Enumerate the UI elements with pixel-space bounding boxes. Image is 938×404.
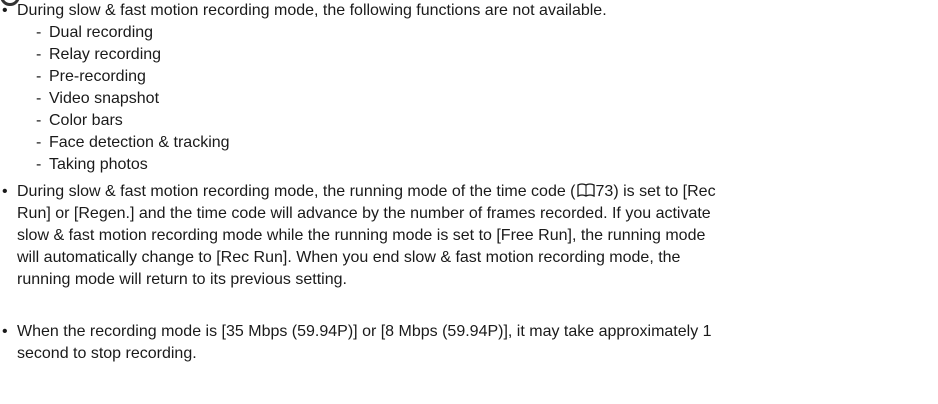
list-item: - Face detection & tracking xyxy=(36,134,230,151)
unavailable-functions-list: - Dual recording - Relay recording - Pre-re… xyxy=(17,22,607,176)
note-bullet-time-code: • During slow & fast motion recording mo… xyxy=(0,181,938,291)
list-item: - Pre-recording xyxy=(36,68,146,85)
bullet-dot: • xyxy=(2,183,8,200)
list-item: - Color bars xyxy=(36,112,123,129)
note-line: running mode will return to its previous… xyxy=(17,271,347,288)
note-text: During slow & fast motion recording mode… xyxy=(17,2,607,19)
list-item: - Taking photos xyxy=(36,156,148,173)
list-item: - Relay recording xyxy=(36,46,162,63)
note-bullet-stop-recording: • When the recording mode is [35 Mbps (5… xyxy=(0,321,938,365)
note-line: Run] or [Regen.] and the time code will … xyxy=(17,205,711,222)
list-item: - Dual recording xyxy=(36,24,154,41)
note-line: will automatically change to [Rec Run]. … xyxy=(17,249,681,266)
note-line: second to stop recording. xyxy=(17,345,197,362)
bullet-dot: • xyxy=(2,323,8,340)
note-line: slow & fast motion recording mode while … xyxy=(17,227,706,244)
note-line: When the recording mode is [35 Mbps (59.… xyxy=(17,323,712,340)
book-icon[interactable] xyxy=(576,183,595,197)
note-bullet-unavailable-functions: • During slow & fast motion recording mo… xyxy=(0,0,607,176)
list-item: - Video snapshot xyxy=(36,90,160,107)
bullet-dot: • xyxy=(2,2,8,19)
note-line: During slow & fast motion recording mode… xyxy=(17,183,716,200)
